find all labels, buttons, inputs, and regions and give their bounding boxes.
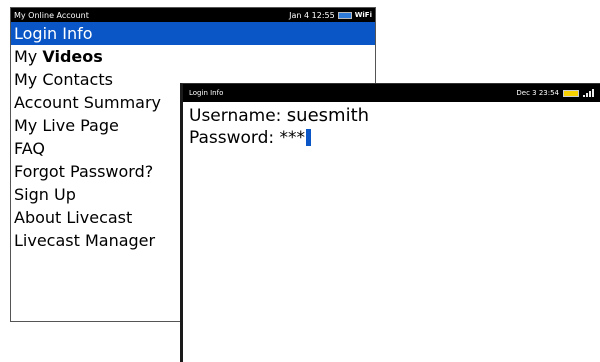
menu-item-my-videos[interactable]: My Videos <box>11 45 375 68</box>
menu-item-label: My <box>14 47 43 66</box>
battery-icon <box>563 89 579 97</box>
username-row[interactable]: Username: suesmith <box>189 105 594 127</box>
date-time: Jan 4 12:55 <box>289 10 335 20</box>
wifi-icon: WiFi <box>354 11 372 19</box>
username-label: Username: <box>189 106 282 126</box>
status-bar: Login Info Dec 3 23:54 <box>183 84 600 102</box>
login-info-screen: Login Info Dec 3 23:54 Username: suesmit… <box>180 83 600 362</box>
password-label: Password: <box>189 128 275 148</box>
battery-icon <box>337 11 352 19</box>
signal-strength-icon <box>583 89 594 97</box>
password-row[interactable]: Password: *** <box>189 127 594 149</box>
screen-title: Login Info <box>189 89 224 97</box>
username-value[interactable]: suesmith <box>287 105 369 126</box>
text-cursor <box>306 129 312 146</box>
login-fields: Username: suesmith Password: *** <box>183 102 600 152</box>
status-bar: My Online Account Jan 4 12:55 WiFi <box>11 8 375 22</box>
menu-item-login-info[interactable]: Login Info <box>11 22 375 45</box>
menu-item-label-bold: Videos <box>42 47 103 66</box>
password-value[interactable]: *** <box>280 128 306 148</box>
date-time: Dec 3 23:54 <box>516 89 559 97</box>
screen-title: My Online Account <box>14 10 89 20</box>
